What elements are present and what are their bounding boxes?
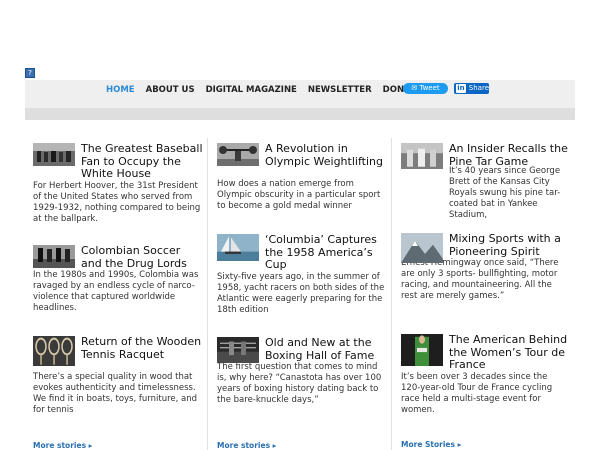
article-card[interactable]: ‘Columbia’ Captures the 1958 America’s C…	[217, 233, 385, 316]
chevron-right-icon: ▸	[457, 440, 462, 449]
boxing-photo	[217, 337, 259, 363]
tweet-label: Tweet	[419, 84, 440, 92]
chevron-right-icon: ▸	[272, 441, 277, 450]
pine-tar-photo	[401, 143, 443, 169]
nav-item-about-us[interactable]: ABOUT US	[146, 85, 195, 95]
article-summary: Sixty-five years ago, in the summer of 1…	[217, 271, 385, 315]
article-summary: How does a nation emerge from Olympic ob…	[217, 179, 381, 211]
article-card[interactable]: A Revolution in Olympic Weightlifting Ho…	[217, 142, 385, 212]
more-stories-label: More Stories	[401, 440, 455, 449]
nav-item-home[interactable]: HOME	[106, 85, 135, 95]
share-label: Share	[468, 84, 489, 92]
more-stories-link[interactable]: More stories ▸	[33, 441, 92, 450]
article-summary: For Herbert Hoover, the 31st President o…	[33, 180, 201, 224]
column-divider	[207, 138, 208, 450]
linkedin-share-button[interactable]: in Share	[454, 83, 489, 94]
article-card[interactable]: Colombian Soccer and the Drug Lords In t…	[33, 244, 203, 314]
twitter-bird-icon: ✉	[411, 84, 418, 92]
site-logo-icon[interactable]: ?	[25, 68, 35, 78]
mountaineering-photo	[401, 233, 443, 263]
article-summary: Ernest Hemingway once said, “There are o…	[401, 258, 559, 301]
article-summary: In the 1980s and 1990s, Colombia was rav…	[33, 270, 199, 313]
chevron-right-icon: ▸	[88, 441, 93, 450]
soccer-photo	[33, 245, 75, 268]
article-card[interactable]: The American Behind the Women’s Tour de …	[401, 333, 569, 416]
cyclist-photo	[401, 334, 443, 366]
article-summary: It’s been over 3 decades since the 120-y…	[401, 371, 553, 415]
more-stories-label: More stories	[217, 441, 271, 450]
column-divider	[391, 138, 392, 450]
more-stories-label: More stories	[33, 441, 87, 450]
article-card[interactable]: Return of the Wooden Tennis Racquet Ther…	[33, 335, 203, 416]
main-nav: HOME ABOUT US DIGITAL MAGAZINE NEWSLETTE…	[106, 84, 433, 96]
baseball-photo	[33, 143, 75, 166]
article-card[interactable]: The Greatest Baseball Fan to Occupy the …	[33, 142, 203, 225]
article-summary: It’s 40 years since George Brett of the …	[449, 166, 561, 220]
article-card[interactable]: An Insider Recalls the Pine Tar Game It’…	[401, 142, 569, 221]
article-summary: The first question that comes to mind is…	[217, 362, 382, 405]
more-stories-link[interactable]: More Stories ▸	[401, 440, 461, 449]
more-stories-link[interactable]: More stories ▸	[217, 441, 276, 450]
tweet-button[interactable]: ✉ Tweet	[403, 83, 448, 94]
weightlifting-photo	[217, 143, 259, 166]
linkedin-icon: in	[456, 84, 466, 93]
nav-item-digital-magazine[interactable]: DIGITAL MAGAZINE	[206, 85, 297, 95]
article-card[interactable]: Mixing Sports with a Pioneering Spirit E…	[401, 232, 569, 302]
article-summary: There’s a special quality in wood that e…	[33, 372, 198, 415]
yacht-photo	[217, 234, 259, 261]
nav-item-newsletter[interactable]: NEWSLETTER	[308, 85, 372, 95]
tennis-racquets-photo	[33, 336, 75, 366]
article-card[interactable]: Old and New at the Boxing Hall of Fame T…	[217, 336, 385, 406]
navigation-subbar	[25, 108, 575, 120]
